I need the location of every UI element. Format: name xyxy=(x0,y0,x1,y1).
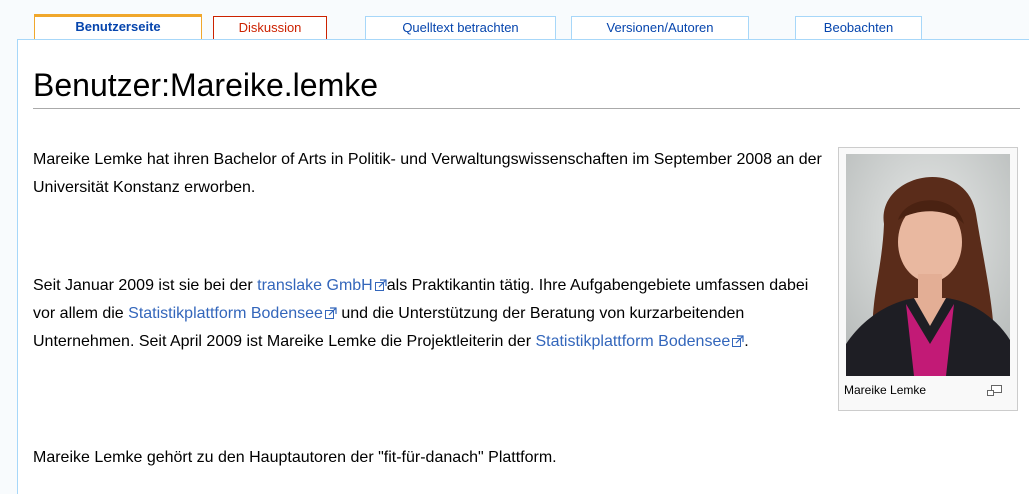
content-area: Benutzer:Mareike.lemke Mareike Lemke hat… xyxy=(17,39,1029,494)
tab-quelltext-betrachten[interactable]: Quelltext betrachten xyxy=(365,16,556,39)
tab-diskussion[interactable]: Diskussion xyxy=(213,16,327,39)
tab-label: Diskussion xyxy=(238,20,302,35)
paragraph-education: Mareike Lemke hat ihren Bachelor of Arts… xyxy=(33,151,822,196)
tab-label: Quelltext betrachten xyxy=(402,20,519,35)
link-translake-gmbh[interactable]: translake GmbH xyxy=(257,277,373,294)
tab-label: Beobachten xyxy=(823,20,894,35)
paragraph-text: Seit Januar 2009 ist sie bei der xyxy=(33,277,258,294)
page-title: Benutzer:Mareike.lemke xyxy=(33,67,379,103)
tab-versionen-autoren[interactable]: Versionen/Autoren xyxy=(571,16,749,39)
external-link-icon xyxy=(374,273,387,291)
paragraph-employment: Seit Januar 2009 ist sie bei der transla… xyxy=(33,272,823,356)
external-link-icon xyxy=(732,329,744,347)
tab-beobachten[interactable]: Beobachten xyxy=(795,16,922,39)
magnify-clip-icon[interactable] xyxy=(987,384,1003,396)
title-divider xyxy=(33,108,1020,109)
tab-label: Benutzerseite xyxy=(75,19,161,34)
portrait-photo[interactable] xyxy=(846,154,1010,376)
link-statistikplattform-bodensee[interactable]: Statistikplattform Bodensee xyxy=(535,333,730,350)
thumbnail-caption: Mareike Lemke xyxy=(844,383,927,397)
paragraph-authorship: Mareike Lemke gehört zu den Hauptautoren… xyxy=(33,449,557,466)
external-link-icon xyxy=(324,301,337,319)
link-statistikplattform-bodensee[interactable]: Statistikplattform Bodensee xyxy=(128,305,323,322)
page-tabs: Benutzerseite Diskussion Quelltext betra… xyxy=(0,0,1029,40)
tab-benutzerseite[interactable]: Benutzerseite xyxy=(34,14,202,40)
paragraph-text: . xyxy=(744,333,749,350)
portrait-thumbnail: Mareike Lemke xyxy=(838,147,1018,411)
tab-label: Versionen/Autoren xyxy=(606,20,714,35)
